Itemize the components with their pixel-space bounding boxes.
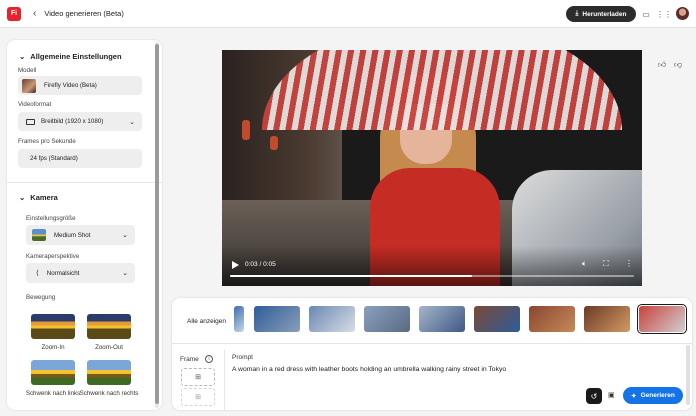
download-button[interactable]: ⤓ Herunterladen (566, 6, 636, 22)
sparkle-icon: ✦ (631, 392, 637, 400)
model-field[interactable]: Firefly Video (Beta) (18, 76, 142, 95)
video-player[interactable]: 0:03 / 0:05 🔈︎ ⛶ ⋮ (222, 50, 642, 286)
angle-label: Kameraperspektive (26, 253, 80, 260)
motion-pan-right-tile[interactable] (87, 360, 131, 385)
fps-field[interactable]: 24 fps (Standard) (18, 149, 142, 168)
frame-label: Frame (180, 356, 199, 363)
frame-thumbnail[interactable] (419, 306, 465, 332)
angle-icon: ⟨ (36, 270, 39, 277)
video-time: 0:03 / 0:05 (245, 261, 276, 268)
info-icon[interactable]: i (205, 355, 213, 363)
firefly-logo[interactable]: Fi (7, 6, 21, 21)
top-bar: Fi ‹ Video generieren (Beta) ⤓ Herunterl… (0, 0, 696, 28)
motion-zoom-in-tile[interactable] (31, 314, 75, 339)
shot-thumbnail (32, 229, 46, 241)
frame-thumbnail[interactable] (637, 304, 687, 334)
motion-pan-left-label: Schwenk nach links (25, 390, 81, 397)
frame-upload-slot[interactable]: ⊞ (181, 388, 215, 406)
frame-thumbnail[interactable] (364, 306, 410, 332)
prompt-label: Prompt (232, 354, 253, 361)
frame-thumbnail[interactable] (584, 306, 630, 332)
avatar[interactable] (676, 7, 689, 20)
model-value: Firefly Video (Beta) (44, 82, 97, 89)
logo-text: Fi (10, 10, 18, 17)
history-button[interactable]: ↺ (586, 388, 602, 404)
motion-zoom-out-label: Zoom-Out (95, 344, 123, 351)
prompt-card: Alle anzeigen Frame i ⊞ ⊞ Prompt A woman… (172, 298, 692, 410)
video-progress-track[interactable] (230, 275, 634, 277)
angle-select[interactable]: ⟨ Normalsicht ⌄ (26, 263, 135, 283)
prompt-input[interactable]: A woman in a red dress with leather boot… (232, 366, 506, 373)
general-settings-title: Allgemeine Einstellungen (30, 52, 122, 61)
camera-title: Kamera (30, 193, 58, 202)
frame-thumbnail[interactable] (234, 306, 244, 332)
chevron-down-icon: ⌄ (19, 52, 26, 61)
frames-row: Alle anzeigen (172, 298, 692, 344)
more-options-icon[interactable]: ⋮ (625, 259, 633, 268)
fps-label: Frames pro Sekunde (18, 138, 76, 145)
model-label: Modell (18, 67, 37, 74)
vertical-divider (224, 350, 225, 410)
motion-zoom-in-label: Zoom-In (41, 344, 65, 351)
chevron-down-icon: ⌄ (19, 193, 26, 202)
style-icon[interactable]: ▣ (608, 391, 618, 401)
general-settings-header[interactable]: ⌄ Allgemeine Einstellungen (19, 52, 122, 61)
format-select[interactable]: Breitbild (1920 x 1080) ⌄ (18, 112, 142, 131)
chevron-left-icon[interactable]: ‹ (33, 8, 36, 19)
motion-zoom-out-tile[interactable] (87, 314, 131, 339)
frame-thumbnail[interactable] (309, 306, 355, 332)
video-umbrella (262, 50, 622, 130)
apps-grid-icon[interactable]: ⋮⋮ (656, 9, 672, 19)
play-icon[interactable] (232, 261, 239, 269)
format-label: Videoformat (18, 101, 52, 108)
frame-thumbnail[interactable] (254, 306, 300, 332)
generate-button[interactable]: ✦ Generieren (623, 387, 683, 404)
section-divider (7, 182, 162, 183)
chevron-down-icon: ⌄ (122, 232, 128, 239)
motion-pan-left-tile[interactable] (31, 360, 75, 385)
page-title: Video generieren (Beta) (44, 9, 124, 18)
download-icon: ⤓ (575, 10, 579, 17)
lantern (242, 120, 250, 140)
shot-select[interactable]: Medium Shot ⌄ (26, 225, 135, 245)
video-controls: 0:03 / 0:05 🔈︎ ⛶ ⋮ (222, 258, 642, 286)
panel-scroll-thumb[interactable] (155, 44, 159, 404)
chevron-down-icon: ⌄ (129, 118, 135, 126)
motion-pan-right-label: Schwenk nach rechts (79, 390, 139, 397)
shot-value: Medium Shot (54, 231, 91, 239)
angle-value: Normalsicht (46, 269, 80, 277)
shot-label: Einstellungsgröße (26, 215, 76, 222)
frame-thumbnail[interactable] (474, 306, 520, 332)
monitor-icon (26, 118, 35, 125)
fps-value: 24 fps (Standard) (30, 155, 78, 162)
volume-icon[interactable]: 🔈︎ (582, 259, 587, 269)
thumbs-up-icon[interactable]: 👍︎ (657, 60, 667, 70)
thumbs-down-icon[interactable]: 👎︎ (673, 60, 683, 70)
video-progress-fill (230, 275, 473, 277)
upload-icon: ⊞ (195, 394, 201, 401)
prompt-scrollbar[interactable] (686, 345, 690, 405)
chevron-down-icon: ⌄ (122, 270, 128, 277)
generate-label: Generieren (640, 392, 675, 399)
history-icon: ↺ (590, 391, 598, 401)
download-label: Herunterladen (582, 10, 627, 18)
camera-header[interactable]: ⌄ Kamera (19, 193, 58, 202)
model-thumbnail (22, 78, 36, 93)
lantern (270, 136, 278, 150)
show-all-link[interactable]: Alle anzeigen (187, 318, 226, 325)
upload-icon: ⊞ (195, 374, 201, 381)
frame-thumbnail[interactable] (529, 306, 575, 332)
fullscreen-icon[interactable]: ⛶ (603, 259, 609, 269)
format-value: Breitbild (1920 x 1080) (41, 118, 104, 125)
settings-panel: ⌄ Allgemeine Einstellungen Modell Firefl… (7, 40, 162, 410)
motion-label: Bewegung (26, 294, 56, 301)
frame-upload-slot[interactable]: ⊞ (181, 368, 215, 386)
comment-icon[interactable]: ▭ (641, 9, 651, 19)
